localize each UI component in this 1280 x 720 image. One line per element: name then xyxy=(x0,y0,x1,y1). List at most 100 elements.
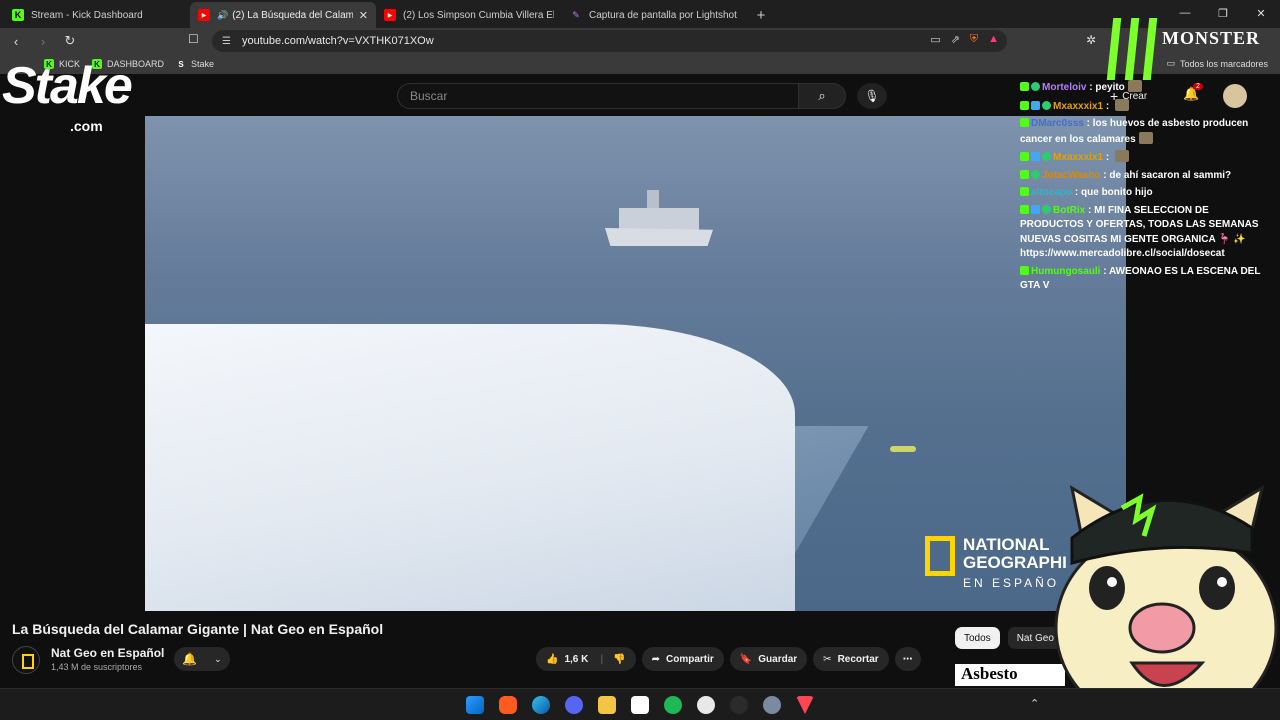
screen: K Stream - Kick Dashboard ▶ 🔊 (2) La Bús… xyxy=(0,0,1280,720)
chat-separator: : xyxy=(1083,118,1093,129)
chat-separator: : xyxy=(1100,265,1109,277)
natgeo-line3: EN ESPAÑO xyxy=(963,576,1060,590)
chip-todos[interactable]: Todos xyxy=(955,627,1000,649)
brave-rewards-icon[interactable]: ▲ xyxy=(988,33,999,46)
kick-badge-icon xyxy=(1020,100,1029,110)
stream-chat-overlay: Morteloiv : peyito Mxaxxxix1 : DMarc0sss … xyxy=(1020,80,1270,350)
thumbs-up-icon: 👍 xyxy=(546,653,559,665)
media-app-icon[interactable] xyxy=(631,696,649,714)
tab-kick-dashboard[interactable]: K Stream - Kick Dashboard xyxy=(4,2,190,28)
chat-separator: : xyxy=(1103,152,1112,163)
chat-username[interactable]: JotacWasho xyxy=(1042,170,1101,181)
blue-badge-icon xyxy=(1031,100,1040,110)
tab-youtube-simpson[interactable]: ▶ (2) Los Simpson Cumbia Villera El Prin… xyxy=(376,2,562,28)
subscription-bell-button[interactable]: 🔔 ⌄ xyxy=(174,647,230,671)
cat-mascot-overlay xyxy=(1054,484,1278,720)
settings-gear-icon[interactable] xyxy=(763,696,781,714)
chat-emote-icon xyxy=(1138,131,1153,144)
edge-browser-icon[interactable] xyxy=(532,696,550,714)
close-tab-icon[interactable]: ✕ xyxy=(359,9,368,22)
kick-badge-icon xyxy=(1020,152,1029,161)
chat-emote-icon xyxy=(1127,80,1142,92)
like-button[interactable]: 👍 1,6 K | 👎 xyxy=(536,647,636,671)
tray-chevron-up-icon[interactable]: ⌃ xyxy=(1030,697,1039,710)
chat-separator: : xyxy=(1085,204,1095,216)
blue-badge-icon xyxy=(1031,204,1040,214)
tab-youtube-calamar[interactable]: ▶ 🔊 (2) La Búsqueda del Calamar Gigante … xyxy=(190,2,376,28)
discord-icon[interactable] xyxy=(565,696,583,714)
search-input[interactable]: Buscar xyxy=(397,83,799,109)
site-info-icon[interactable]: ☰ xyxy=(222,36,234,47)
new-tab-button[interactable]: + xyxy=(748,2,774,28)
browser-toolbar: ‹ › ↻ ☐ ☰ youtube.com/watch?v=VXTHK071XO… xyxy=(0,28,1280,54)
ship xyxy=(605,188,715,258)
chat-username[interactable]: Mxaxxxix1 xyxy=(1053,101,1103,112)
thumbs-down-icon[interactable]: 👎 xyxy=(613,654,625,665)
windows-start-icon[interactable] xyxy=(466,696,484,714)
voice-search-button[interactable]: 🎙 xyxy=(857,83,887,109)
microphone-icon: 🎙 xyxy=(864,89,880,103)
chat-separator: : xyxy=(1086,82,1096,93)
share-button[interactable]: ➦ Compartir xyxy=(641,647,724,671)
cast-icon[interactable]: ▭ xyxy=(930,33,940,46)
valorant-icon[interactable] xyxy=(796,696,814,714)
channel-name[interactable]: Nat Geo en Español xyxy=(51,646,164,660)
green-badge-icon xyxy=(1042,204,1051,214)
chat-message: altocapo : que bonito hijo xyxy=(1020,186,1270,201)
video-title: La Búsqueda del Calamar Gigante | Nat Ge… xyxy=(12,621,384,637)
chevron-down-icon: ⌄ xyxy=(214,653,222,664)
lightshot-icon: ✎ xyxy=(572,9,580,20)
spotify-icon[interactable] xyxy=(664,696,682,714)
chat-username[interactable]: BotRix xyxy=(1053,205,1085,216)
chat-text: que bonito hijo xyxy=(1081,187,1153,198)
search-icon: ⌕ xyxy=(818,88,826,103)
chat-message: Morteloiv : peyito xyxy=(1020,80,1270,96)
natgeo-line1: NATIONAL xyxy=(963,535,1050,554)
stake-logo-domain: .com xyxy=(70,118,103,134)
back-icon[interactable]: ‹ xyxy=(5,30,27,52)
address-bar[interactable]: ☰ youtube.com/watch?v=VXTHK071XOw ▭ ⇗ ⛨ … xyxy=(212,30,1007,52)
kick-badge-icon xyxy=(1020,187,1029,196)
green-badge-icon xyxy=(1042,152,1051,161)
chat-username[interactable]: altocapo xyxy=(1031,187,1072,198)
divider: | xyxy=(600,653,604,665)
chat-message: Humungosauli : AWEONAO ES LA ESCENA DEL … xyxy=(1020,265,1270,294)
green-badge-icon xyxy=(1031,169,1040,179)
address-bar-actions: ▭ ⇗ ⛨ ▲ xyxy=(930,33,999,46)
save-label: Guardar xyxy=(758,653,798,665)
channel-avatar[interactable] xyxy=(12,646,40,674)
save-button[interactable]: 🔖 Guardar xyxy=(729,647,808,671)
reload-icon[interactable]: ↻ xyxy=(59,30,81,52)
monster-logo-text: MONSTER xyxy=(1162,28,1261,48)
url-text[interactable]: youtube.com/watch?v=VXTHK071XOw xyxy=(242,35,434,47)
forward-icon[interactable]: › xyxy=(32,30,54,52)
bookmark-stake[interactable]: S Stake xyxy=(176,59,214,69)
bookmark-page-icon[interactable]: ☐ xyxy=(188,32,199,46)
extensions-icon[interactable]: ✲ xyxy=(1086,33,1096,47)
video-player[interactable]: NATIONAL GEOGRAPHI EN ESPAÑO xyxy=(145,116,1126,611)
search-button[interactable]: ⌕ xyxy=(798,83,846,109)
obs-icon[interactable] xyxy=(730,696,748,714)
more-actions-button[interactable]: ⋯ xyxy=(894,647,921,671)
chat-username[interactable]: Morteloiv xyxy=(1042,82,1086,93)
lightshot-app-icon[interactable] xyxy=(697,696,715,714)
brave-shield-icon[interactable]: ⛨ xyxy=(970,33,978,46)
related-thumbnail-asbesto[interactable]: Asbesto xyxy=(955,664,1065,686)
monster-logo-overlay: MONSTER xyxy=(1104,18,1280,80)
chat-username[interactable]: Mxaxxxix1 xyxy=(1053,152,1103,163)
kick-badge-icon xyxy=(1020,169,1029,179)
chat-username[interactable]: DMarc0sss xyxy=(1031,118,1084,129)
share-page-icon[interactable]: ⇗ xyxy=(951,33,960,46)
brave-browser-icon[interactable] xyxy=(499,696,517,714)
iceberg xyxy=(145,324,795,611)
clip-button[interactable]: ✂ Recortar xyxy=(813,647,889,671)
file-explorer-icon[interactable] xyxy=(598,696,616,714)
speaker-icon[interactable]: 🔊 xyxy=(217,10,228,21)
tab-lightshot[interactable]: ✎ Captura de pantalla por Lightshot xyxy=(562,2,748,28)
youtube-icon: ▶ xyxy=(198,9,210,21)
chat-username[interactable]: Humungosauli xyxy=(1031,266,1100,277)
kick-badge-icon xyxy=(1020,82,1029,91)
chat-text: peyito xyxy=(1095,82,1125,93)
chat-emote-icon xyxy=(1114,98,1129,111)
like-count: 1,6 K xyxy=(564,653,589,665)
